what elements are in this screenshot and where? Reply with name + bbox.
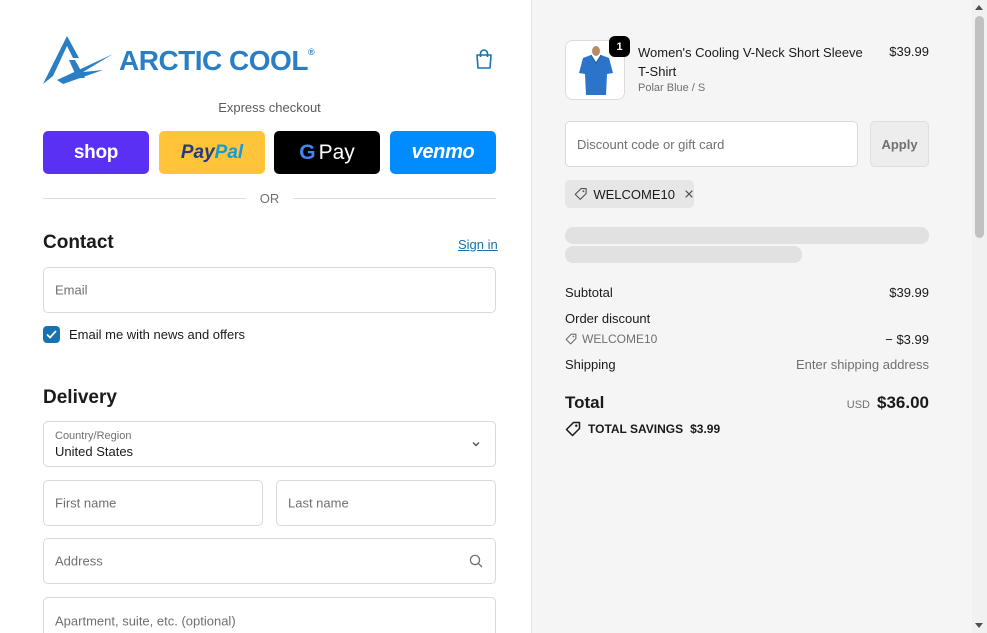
paypal-button[interactable]: Pay Pal [159, 131, 265, 174]
venmo-button[interactable]: venmo [390, 131, 496, 174]
product-variant: Polar Blue / S [638, 82, 706, 94]
email-field[interactable]: Email [43, 267, 496, 313]
tag-icon [574, 188, 587, 200]
search-icon [469, 554, 483, 568]
apartment-field[interactable]: Apartment, suite, etc. (optional) [43, 597, 496, 633]
loading-skeleton-line [565, 246, 802, 263]
google-g-icon: G [299, 140, 316, 164]
loading-skeleton-line [565, 227, 929, 244]
scroll-down-arrow-icon[interactable] [975, 623, 983, 628]
product-name: Women's Cooling V-Neck Short Sleeve T-Sh… [638, 45, 863, 79]
chevron-down-icon [472, 442, 480, 447]
tag-icon [565, 421, 581, 437]
checkout-form-panel: ARCTIC COOL® Express checkout shop Pay Pa… [0, 0, 531, 633]
order-discount-code: WELCOME10 [565, 332, 657, 346]
sign-in-link[interactable]: Sign in [458, 237, 498, 252]
last-name-field[interactable]: Last name [276, 480, 496, 526]
quantity-badge: 1 [609, 36, 630, 57]
discount-code-input[interactable]: Discount code or gift card [565, 121, 858, 167]
shopping-bag-icon[interactable] [474, 48, 494, 70]
page-scrollbar[interactable] [972, 0, 987, 633]
tag-icon [565, 333, 577, 345]
google-pay-button[interactable]: G Pay [274, 131, 380, 174]
apply-discount-button[interactable]: Apply [870, 121, 929, 167]
currency-code: USD [846, 399, 870, 411]
arctic-cool-logo[interactable]: ARCTIC COOL® [43, 34, 315, 86]
remove-discount-icon[interactable] [684, 188, 694, 200]
shop-pay-button[interactable]: shop [43, 131, 149, 174]
first-name-field[interactable]: First name [43, 480, 263, 526]
or-divider: OR [43, 190, 496, 206]
checkmark-icon [46, 330, 57, 339]
express-checkout-label: Express checkout [218, 100, 321, 115]
total-label: Total [565, 393, 605, 412]
news-offers-checkbox[interactable] [43, 326, 60, 343]
applied-discount-chip: WELCOME10 [565, 180, 694, 208]
order-discount-label: Order discount [565, 311, 651, 326]
product-price: $39.99 [889, 44, 929, 59]
scroll-up-arrow-icon[interactable] [975, 5, 983, 10]
country-select[interactable]: Country/Region United States [43, 421, 496, 467]
address-field[interactable]: Address [43, 538, 496, 584]
contact-heading: Contact [43, 232, 114, 253]
applied-discount-code: WELCOME10 [593, 186, 675, 202]
brand-name: ARCTIC COOL® [119, 45, 315, 76]
total-amount: $36.00 [877, 393, 929, 412]
news-offers-checkbox-row[interactable]: Email me with news and offers [43, 326, 245, 343]
arctic-cool-logo-mark-icon [43, 36, 113, 84]
shipping-value: Enter shipping address [796, 357, 929, 372]
shipping-label: Shipping [565, 357, 616, 372]
total-savings: TOTAL SAVINGS $3.99 [565, 421, 720, 437]
total-value: USD $36.00 [847, 393, 929, 413]
subtotal-value: $39.99 [889, 285, 929, 300]
order-discount-value: − $3.99 [885, 332, 929, 347]
delivery-heading: Delivery [43, 387, 117, 408]
scrollbar-thumb[interactable] [975, 16, 984, 238]
news-offers-label: Email me with news and offers [69, 327, 246, 342]
subtotal-label: Subtotal [565, 285, 613, 300]
